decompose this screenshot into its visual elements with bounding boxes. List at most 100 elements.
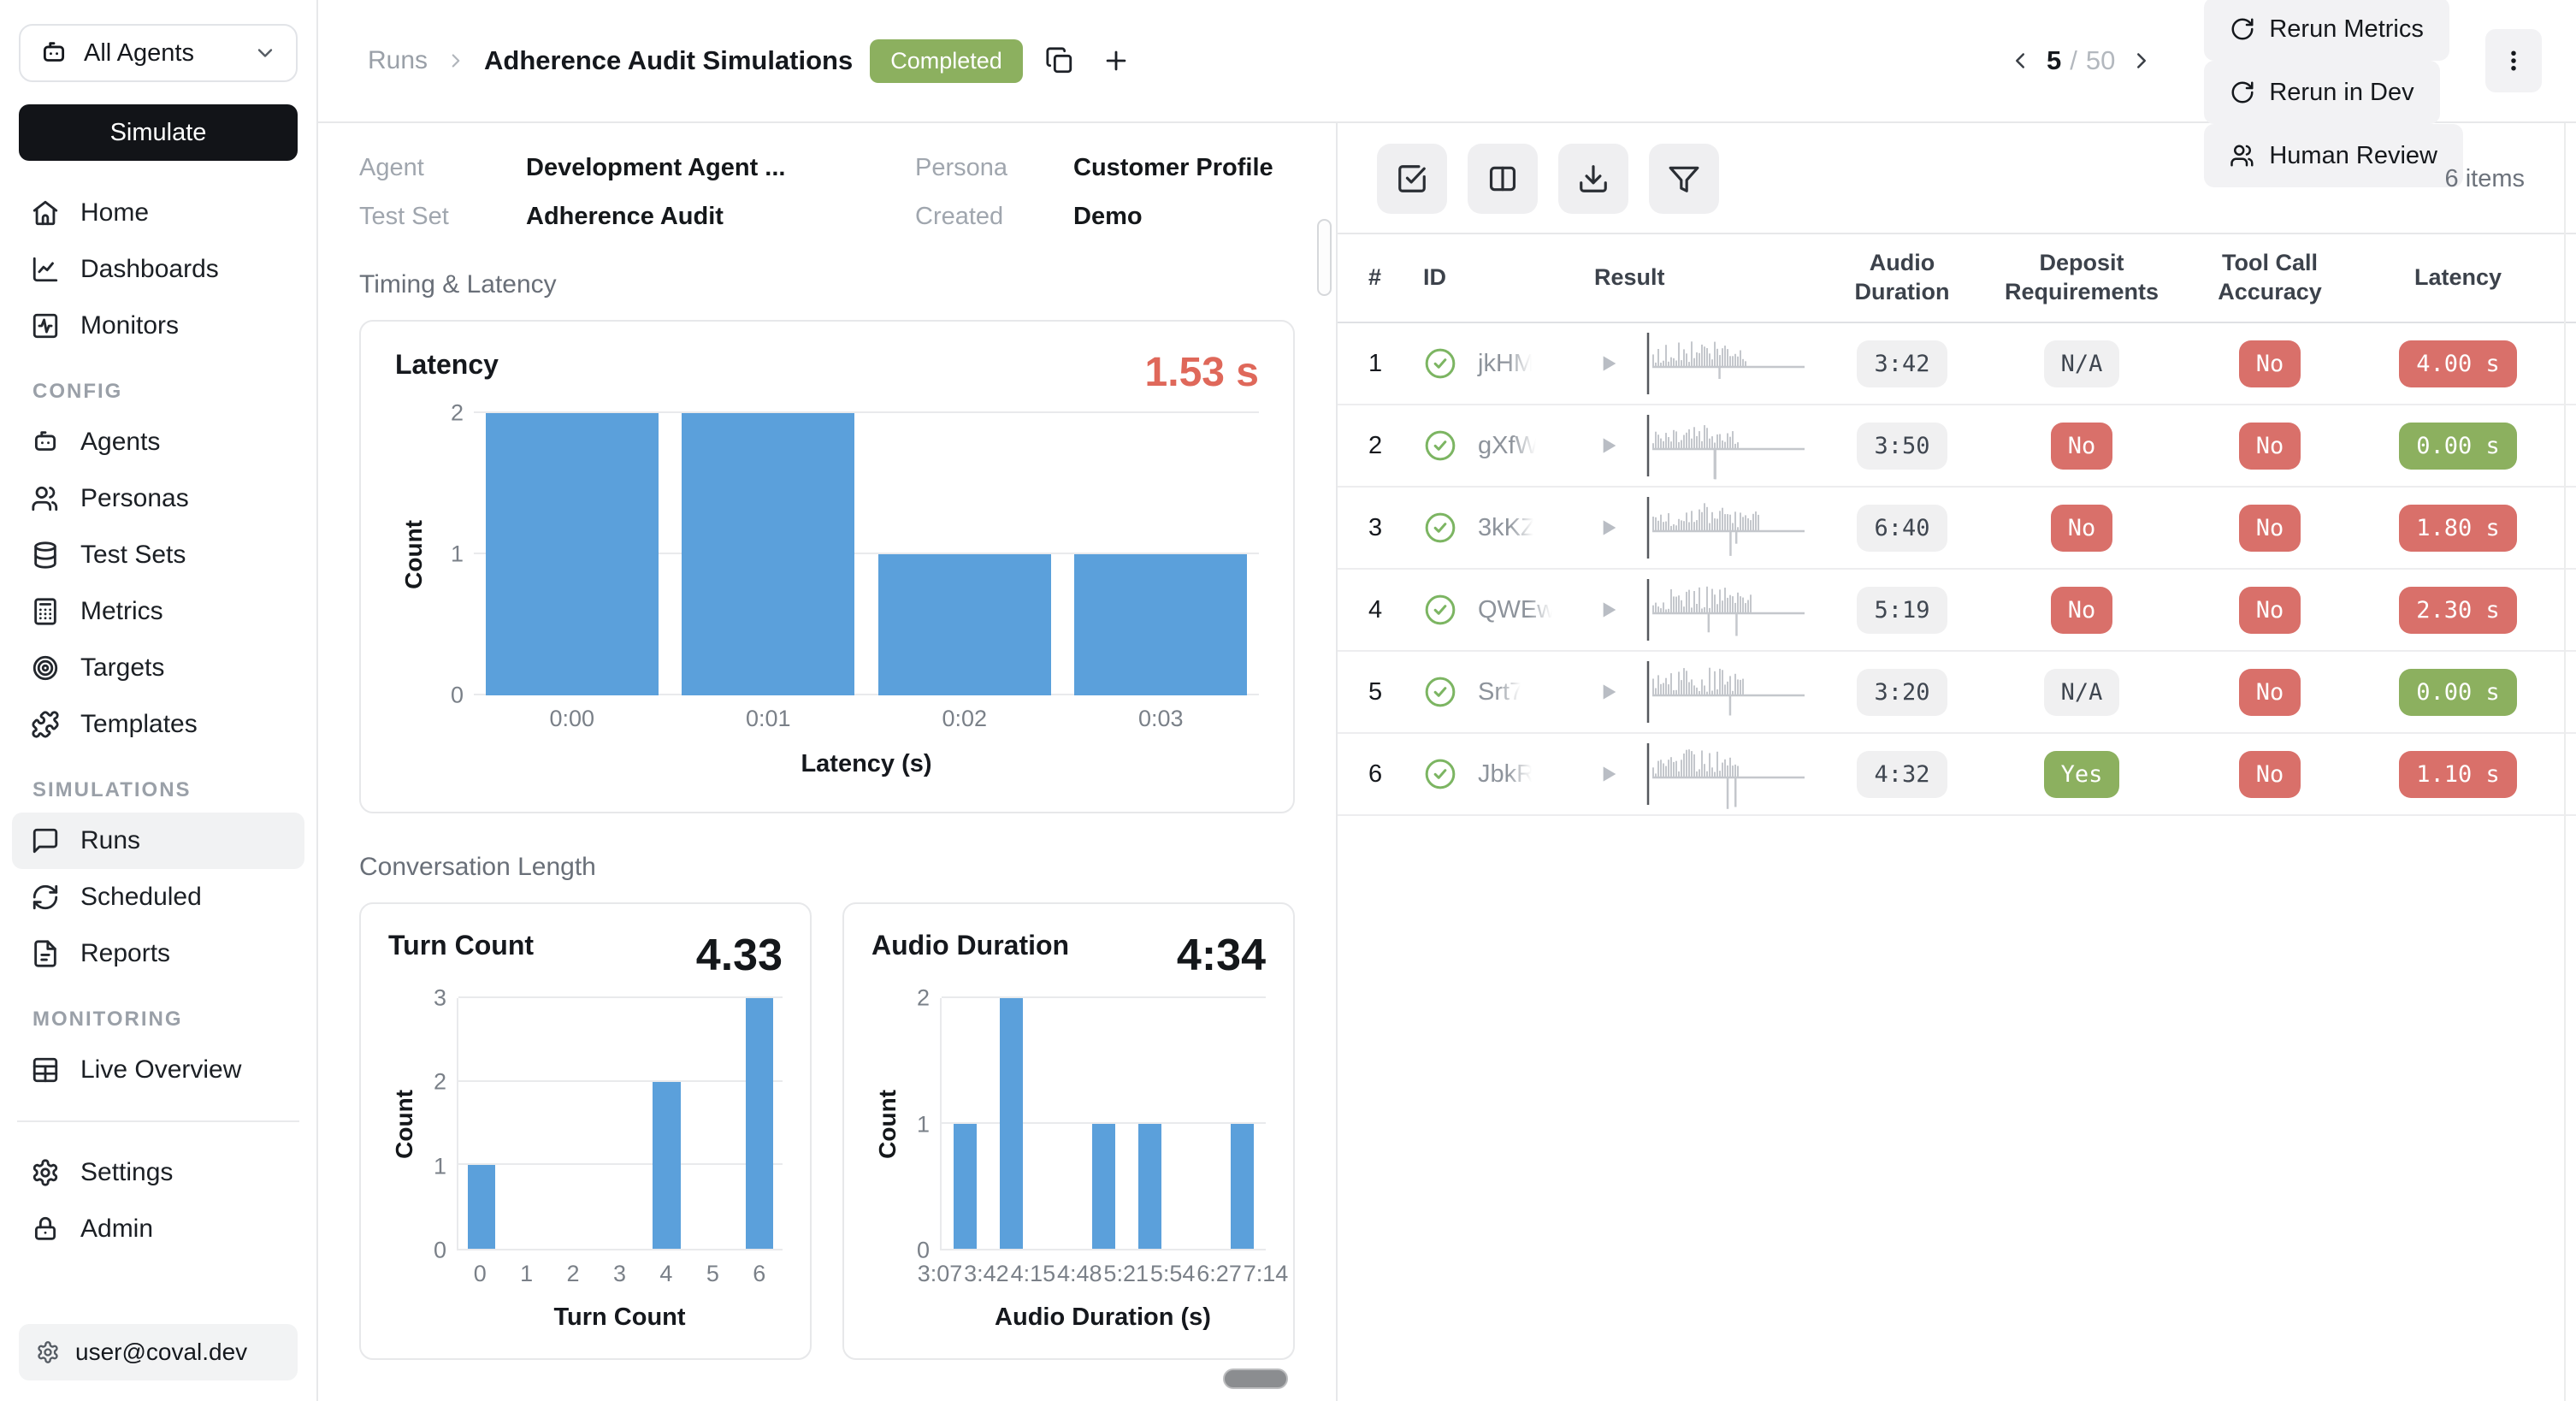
audio-waveform[interactable]	[1645, 574, 1808, 646]
file-icon	[31, 939, 60, 968]
sidebar-item-admin[interactable]: Admin	[12, 1201, 304, 1257]
left-panel-scrollbar-thumb[interactable]	[1317, 219, 1332, 296]
audio-waveform[interactable]	[1645, 328, 1808, 399]
play-audio-button[interactable]	[1594, 678, 1622, 706]
puzzle-icon	[31, 710, 60, 739]
sidebar-item-settings[interactable]: Settings	[12, 1144, 304, 1201]
sidebar-item-live-overview[interactable]: Live Overview	[12, 1042, 304, 1098]
latency-cell: 2.30 s	[2364, 587, 2552, 634]
play-audio-button[interactable]	[1594, 514, 1622, 541]
audio-duration-badge: 6:40	[1857, 505, 1947, 552]
tool-call-accuracy-badge: No	[2239, 751, 2301, 798]
download-button[interactable]	[1558, 144, 1628, 214]
rotate-icon	[2230, 80, 2255, 105]
chart-plot-area	[457, 998, 783, 1250]
select-button[interactable]	[1377, 144, 1447, 214]
sidebar-item-agents[interactable]: Agents	[12, 414, 304, 470]
check-circle-icon	[1423, 511, 1457, 545]
table-row[interactable]: 4QWEw5:19NoNo2.30 s	[1338, 570, 2576, 652]
x-axis-label: Latency (s)	[474, 738, 1259, 786]
refresh-icon	[31, 883, 60, 912]
deposit-requirements-badge: Yes	[2044, 751, 2120, 798]
breadcrumb-runs-link[interactable]: Runs	[368, 46, 428, 75]
sidebar-section-config: CONFIG	[32, 380, 304, 404]
play-audio-button[interactable]	[1594, 596, 1622, 624]
sidebar-item-targets[interactable]: Targets	[12, 640, 304, 696]
play-audio-button[interactable]	[1594, 350, 1622, 377]
play-audio-button[interactable]	[1594, 432, 1622, 459]
sidebar-item-home[interactable]: Home	[12, 185, 304, 241]
audio-duration-histogram: Count0123:073:424:154:485:215:546:277:14…	[871, 998, 1266, 1338]
pager-next-button[interactable]	[2124, 43, 2159, 79]
detail-label-test-set: Test Set	[359, 203, 526, 231]
sidebar-item-label: Test Sets	[80, 541, 186, 570]
table-row[interactable]: 2gXfW3:50NoNo0.00 s	[1338, 405, 2576, 488]
sidebar-item-label: Admin	[80, 1215, 153, 1244]
table-row[interactable]: 1jkHM3:42N/ANo4.00 s	[1338, 323, 2576, 405]
sidebar-item-reports[interactable]: Reports	[12, 925, 304, 982]
tool-call-accuracy-cell: No	[2176, 423, 2364, 470]
audio-waveform[interactable]	[1645, 738, 1808, 810]
column-header-latency: Latency	[2364, 263, 2552, 293]
agent-selector[interactable]: All Agents	[19, 24, 298, 82]
user-account-button[interactable]: user@coval.dev	[19, 1324, 298, 1380]
histogram-bar	[1138, 1124, 1161, 1250]
more-options-button[interactable]	[2485, 29, 2542, 92]
copy-icon	[1045, 46, 1074, 75]
main-area: Runs Adherence Audit Simulations Complet…	[318, 0, 2576, 1401]
deposit-requirements-badge: No	[2051, 505, 2113, 552]
turn-count-histogram: Count01230123456Turn Count	[388, 998, 783, 1338]
table-row[interactable]: 6JbkR4:32YesNo1.10 s	[1338, 734, 2576, 816]
rerun-metrics-button[interactable]: Rerun Metrics	[2204, 0, 2449, 61]
tool-call-accuracy-cell: No	[2176, 505, 2364, 552]
histogram-bar	[746, 998, 773, 1249]
row-id-cell: QWEw	[1423, 593, 1594, 627]
table-row[interactable]: 5Srt73:20N/ANo0.00 s	[1338, 652, 2576, 734]
latency-badge: 4.00 s	[2399, 340, 2517, 387]
simulate-button[interactable]: Simulate	[19, 104, 298, 161]
chevron-right-icon	[2129, 48, 2154, 74]
table-row[interactable]: 33kKZ6:40NoNo1.80 s	[1338, 488, 2576, 570]
page-scrollbar-track[interactable]	[2564, 123, 2566, 1401]
filter-button[interactable]	[1649, 144, 1719, 214]
histogram-bar	[1231, 1124, 1254, 1250]
sidebar-item-metrics[interactable]: Metrics	[12, 583, 304, 640]
left-panel-horizontal-scrollbar-thumb[interactable]	[1223, 1368, 1288, 1389]
table-body: 1jkHM3:42N/ANo4.00 s2gXfW3:50NoNo0.00 s3…	[1338, 323, 2576, 816]
result-cell	[1594, 574, 1817, 646]
sidebar-item-personas[interactable]: Personas	[12, 470, 304, 527]
sidebar-item-monitors[interactable]: Monitors	[12, 298, 304, 354]
rerun-in-dev-button[interactable]: Rerun in Dev	[2204, 61, 2439, 124]
audio-waveform[interactable]	[1645, 492, 1808, 564]
sidebar-item-templates[interactable]: Templates	[12, 696, 304, 753]
detail-value-created: Demo	[1073, 203, 1295, 231]
sidebar-item-runs[interactable]: Runs	[12, 813, 304, 869]
pager-prev-button[interactable]	[2002, 43, 2038, 79]
page-header: Runs Adherence Audit Simulations Complet…	[318, 0, 2576, 123]
tool-call-accuracy-badge: No	[2239, 669, 2301, 716]
deposit-requirements-badge: No	[2051, 423, 2113, 470]
conversation-length-cards: Turn Count 4.33 Count01230123456Turn Cou…	[359, 902, 1295, 1360]
audio-waveform[interactable]	[1645, 656, 1808, 728]
x-axis-label: Audio Duration (s)	[940, 1292, 1266, 1338]
plus-icon	[1102, 46, 1131, 75]
add-button[interactable]	[1096, 41, 1136, 80]
y-axis-label: Count	[395, 413, 433, 695]
sidebar-item-test-sets[interactable]: Test Sets	[12, 527, 304, 583]
sidebar-item-label: Dashboards	[80, 255, 219, 284]
row-number: 6	[1368, 760, 1423, 789]
audio-waveform[interactable]	[1645, 410, 1808, 482]
results-table-panel: 6 items #IDResultAudio DurationDeposit R…	[1338, 123, 2576, 1401]
y-axis-label: Count	[388, 998, 421, 1250]
play-audio-button[interactable]	[1594, 760, 1622, 788]
more-vertical-icon	[2501, 48, 2526, 74]
sidebar-item-scheduled[interactable]: Scheduled	[12, 869, 304, 925]
copy-button[interactable]	[1040, 41, 1079, 80]
sidebar-item-dashboards[interactable]: Dashboards	[12, 241, 304, 298]
audio-duration-badge: 3:20	[1857, 669, 1947, 716]
calculator-icon	[31, 597, 60, 626]
columns-button[interactable]	[1468, 144, 1538, 214]
pager-total: 50	[2086, 45, 2115, 76]
app-root: All Agents Simulate Home Dashboards Monito…	[0, 0, 2576, 1401]
download-icon	[1577, 163, 1610, 195]
